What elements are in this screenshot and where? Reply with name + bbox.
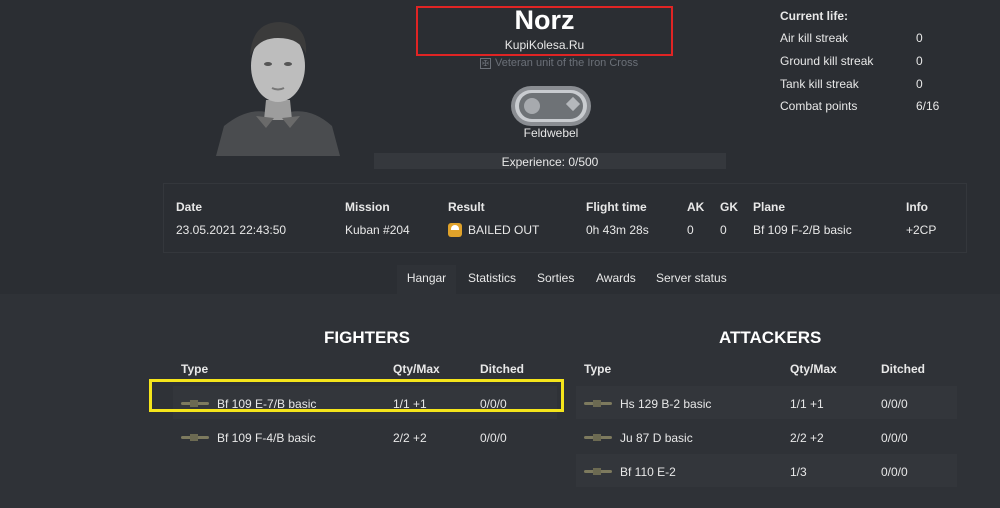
attackers-header-type: Type: [584, 362, 612, 376]
tab-hangar[interactable]: Hangar: [397, 265, 456, 294]
pilot-portrait: [216, 8, 340, 156]
header-gk: GK: [720, 200, 738, 214]
current-life-title: Current life:: [780, 9, 849, 23]
header-flight-time: Flight time: [586, 200, 647, 214]
parachute-icon: [448, 223, 462, 237]
pilot-name: Norz: [514, 5, 575, 35]
stat-label-air-kill-streak: Air kill streak: [780, 31, 849, 45]
mission-result-text: BAILED OUT: [468, 223, 540, 237]
stat-label-tank-kill-streak: Tank kill streak: [780, 77, 859, 91]
mission-flight-time: 0h 43m 28s: [586, 223, 649, 237]
stat-label-ground-kill-streak: Ground kill streak: [780, 54, 874, 68]
iron-cross-icon: ✠: [480, 58, 491, 69]
attackers-header-qty: Qty/Max: [790, 362, 837, 376]
header-result: Result: [448, 200, 485, 214]
header-info: Info: [906, 200, 928, 214]
mission-info: +2CP: [906, 223, 937, 237]
fighter-highlight-box: [149, 379, 564, 412]
fighter-type-2: Bf 109 F-4/B basic: [181, 431, 316, 445]
attackers-header-ditched: Ditched: [881, 362, 926, 376]
stat-value-air-kill-streak: 0: [916, 31, 923, 45]
fighter-ditched-2: 0/0/0: [480, 431, 507, 445]
mission-gk: 0: [720, 223, 727, 237]
last-mission-panel: [163, 183, 967, 253]
fighter-qty-2: 2/2 +2: [393, 431, 427, 445]
header-ak: AK: [687, 200, 705, 214]
attacker-qty-3: 1/3: [790, 465, 807, 479]
plane-icon: [181, 434, 209, 441]
plane-icon: [584, 400, 612, 407]
tab-sorties[interactable]: Sorties: [527, 265, 584, 294]
attacker-ditched-1: 0/0/0: [881, 397, 908, 411]
fighters-header-ditched: Ditched: [480, 362, 525, 376]
stat-label-combat-points: Combat points: [780, 99, 858, 113]
plane-name: Bf 109 F-4/B basic: [217, 431, 316, 445]
stat-value-ground-kill-streak: 0: [916, 54, 923, 68]
attacker-qty-2: 2/2 +2: [790, 431, 824, 445]
attackers-title: ATTACKERS: [719, 328, 822, 347]
attacker-type-2: Ju 87 D basic: [584, 431, 693, 445]
mission-result: BAILED OUT: [448, 223, 539, 237]
rank-shoulder-strap-icon: [511, 86, 591, 126]
mission-date: 23.05.2021 22:43:50: [176, 223, 287, 237]
attacker-type-1: Hs 129 B-2 basic: [584, 397, 711, 411]
mission-plane: Bf 109 F-2/B basic: [753, 223, 852, 237]
plane-icon: [584, 468, 612, 475]
experience-text: Experience: 0/500: [501, 155, 599, 169]
mission-name[interactable]: Kuban #204: [345, 223, 410, 237]
header-date: Date: [176, 200, 203, 214]
fighters-header-qty: Qty/Max: [393, 362, 440, 376]
plane-name: Bf 110 E-2: [620, 465, 676, 479]
unit-badge: ✠ Veteran unit of the Iron Cross: [480, 57, 638, 69]
unit-badge-text: Veteran unit of the Iron Cross: [495, 57, 639, 69]
rank-name: Feldwebel: [523, 126, 579, 140]
attacker-type-3: Bf 110 E-2: [584, 465, 676, 479]
tab-server-status[interactable]: Server status: [646, 265, 737, 294]
stat-value-combat-points: 6/16: [916, 99, 940, 113]
attacker-ditched-3: 0/0/0: [881, 465, 908, 479]
fighters-header-type: Type: [181, 362, 209, 376]
tab-statistics[interactable]: Statistics: [458, 265, 526, 294]
stat-value-tank-kill-streak: 0: [916, 77, 923, 91]
attacker-qty-1: 1/1 +1: [790, 397, 824, 411]
attacker-ditched-2: 0/0/0: [881, 431, 908, 445]
squad-name[interactable]: KupiKolesa.Ru: [416, 38, 673, 52]
plane-icon: [584, 434, 612, 441]
plane-name: Ju 87 D basic: [620, 431, 693, 445]
header-plane: Plane: [753, 200, 786, 214]
fighters-title: FIGHTERS: [324, 328, 410, 347]
header-mission: Mission: [345, 200, 390, 214]
plane-name: Hs 129 B-2 basic: [620, 397, 712, 411]
mission-ak: 0: [687, 223, 694, 237]
tab-awards[interactable]: Awards: [586, 265, 646, 294]
